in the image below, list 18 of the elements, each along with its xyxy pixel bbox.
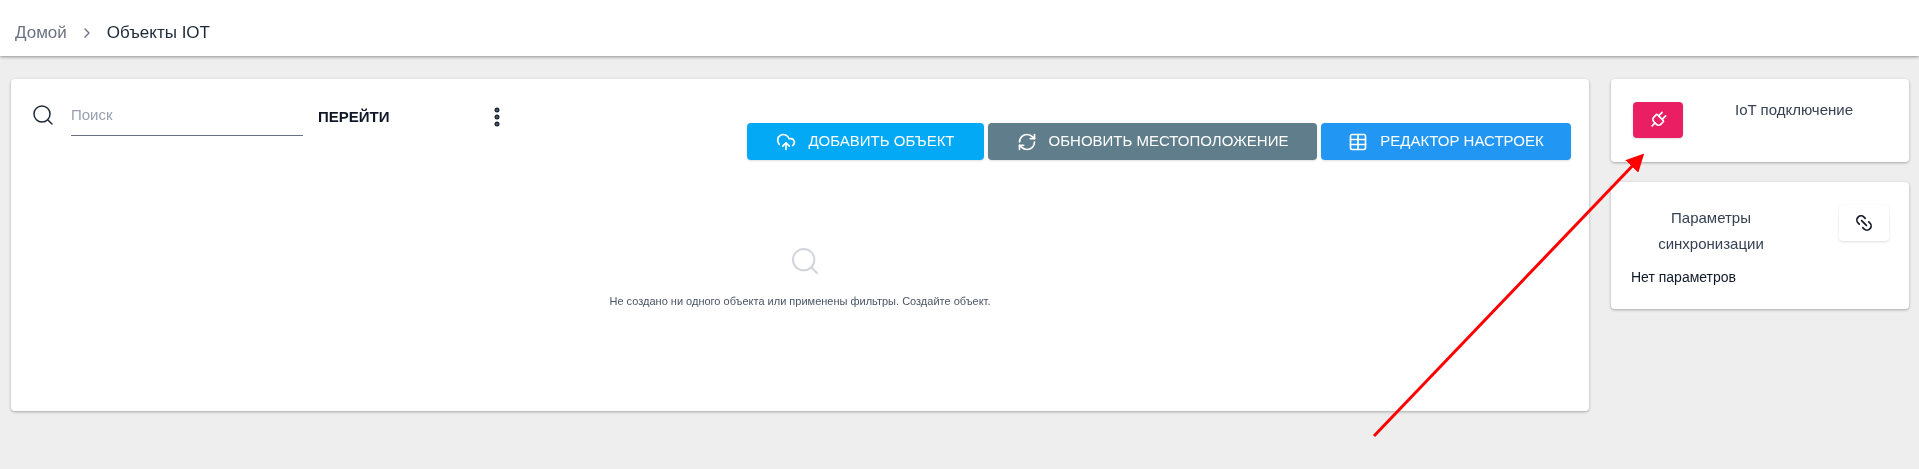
search-icon: [789, 245, 821, 277]
link-button[interactable]: [1839, 205, 1889, 241]
iot-card-title: IoT подключение: [1735, 100, 1854, 120]
toolbar-button[interactable]: РЕДАКТОР НАСТРОЕК: [1321, 123, 1571, 160]
breadcrumb-item: Объекты IOT: [106, 22, 210, 45]
go-button[interactable]: ПЕРЕЙТИ: [318, 106, 390, 129]
refresh-icon: [1016, 131, 1037, 152]
table-icon: [1348, 131, 1369, 152]
empty-message: Не создано ни одного объекта или применены фильтры. Создайте объект.: [609, 294, 991, 309]
plug-button[interactable]: [1633, 102, 1683, 138]
sync-empty-text: Нет параметров: [1631, 268, 1738, 287]
search-icon: [31, 103, 55, 127]
search-field[interactable]: Поиск: [71, 101, 303, 136]
toolbar-button[interactable]: ДОБАВИТЬ ОБЪЕКТ: [747, 123, 984, 160]
sync-card-title: Параметры синхронизации: [1657, 208, 1765, 254]
breadcrumb-item[interactable]: Домой: [15, 20, 67, 46]
cloud-upload-icon: [776, 131, 797, 152]
toolbar-button[interactable]: ОБНОВИТЬ МЕСТОПОЛОЖЕНИЕ: [988, 123, 1317, 160]
